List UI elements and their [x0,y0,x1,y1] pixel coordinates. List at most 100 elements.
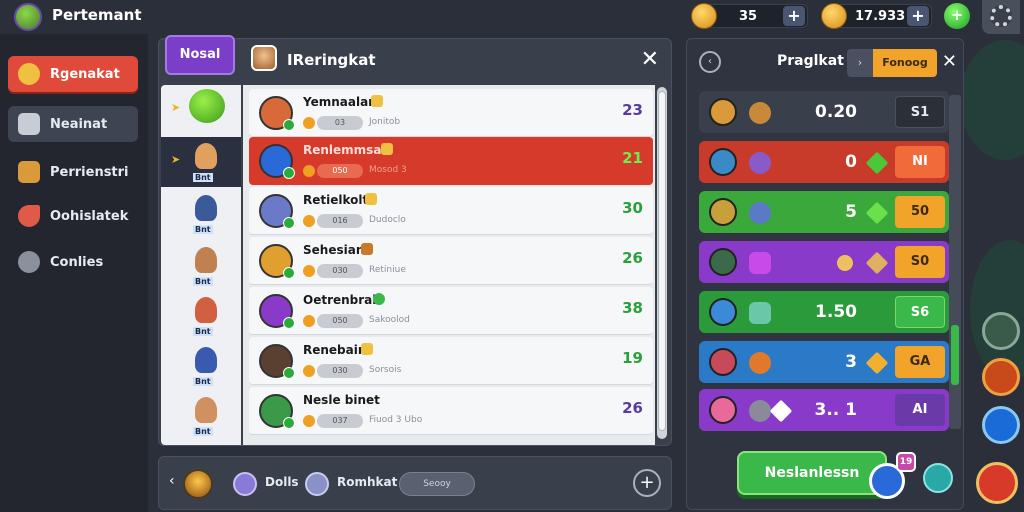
trophy-icon [371,95,383,107]
bottom-item-romhkat[interactable]: Romhkat [337,475,397,489]
coin-icon [303,265,315,277]
sidebar-item-conlies[interactable]: Conlies [8,244,138,280]
category-item[interactable]: Bnt [161,291,241,341]
add-button[interactable]: + [633,469,661,497]
filter-pill[interactable]: Seooy [399,472,475,496]
player-avatar [709,396,737,424]
player-avatar [749,302,771,324]
category-item[interactable]: ➤ [161,85,241,135]
bottom-item-dolls[interactable]: Dolls [265,475,299,489]
player-name: Renlemmsar [303,143,388,157]
reward-button[interactable]: NI [895,146,945,178]
reward-row[interactable]: 0.20 S1 [699,91,949,133]
character-avatar-icon [195,195,217,221]
sidebar: Rgenakat Neainat Perrienstri Oohislatek … [0,34,148,512]
list-item[interactable]: Sehesian 030 Retiniue 26 [249,237,653,285]
fire-icon[interactable] [982,358,1020,396]
player-score: 23 [622,101,643,119]
list-item[interactable]: Retielkolt 016 Dudoclo 30 [249,187,653,235]
tab-nosal[interactable]: Nosal [165,35,235,75]
coin-icon [303,165,315,177]
category-label: Bnt [193,277,213,286]
reward-value: 0.20 [815,102,857,122]
diamond-icon [769,399,793,423]
horn-icon[interactable] [976,462,1018,504]
item-icon [749,102,771,124]
reward-button[interactable]: GA [895,346,945,378]
player-avatar [709,198,737,226]
close-button[interactable]: ✕ [641,47,659,72]
category-label: Bnt [193,225,213,234]
player-avatar [259,394,295,429]
level-pill: 037 [317,414,363,428]
back-button[interactable]: ‹ [699,51,721,73]
arrow-icon: ➤ [171,153,181,166]
map-icon [18,63,40,85]
status-badge [283,317,295,329]
reward-button[interactable]: S0 [895,246,945,278]
list-item-highlighted[interactable]: Renlemmsar 050 Mosod 3 21 [249,137,653,185]
settings-button[interactable] [982,0,1020,34]
chat-button[interactable]: 19 [869,452,916,499]
reward-button[interactable]: AI [895,394,945,426]
shield-icon[interactable] [982,406,1020,444]
trophy-icon [381,143,393,155]
category-label: Bnt [193,377,213,386]
category-item[interactable]: Bnt [161,391,241,441]
scrollbar[interactable] [949,95,961,429]
player-name: Retielkolt [303,193,369,207]
scrollbar-thumb[interactable] [658,91,666,431]
sword-icon[interactable] [982,312,1020,350]
sidebar-item-neainat[interactable]: Neainat [8,106,138,142]
reward-row[interactable]: 3 GA [699,341,949,383]
reward-value: 3.. 1 [814,400,858,420]
reward-button[interactable]: S1 [895,96,945,128]
level-pill: 016 [317,214,363,228]
add-resource-button[interactable]: + [783,6,805,26]
sidebar-item-label: Perrienstri [50,164,129,180]
reward-button[interactable]: 50 [895,196,945,228]
category-item[interactable]: Bnt [161,189,241,239]
reward-row[interactable]: S0 [699,241,949,283]
trophy-icon [365,193,377,205]
close-button[interactable]: ✕ [942,51,957,72]
category-label: Bnt [193,173,213,182]
chat-icon[interactable] [923,463,953,493]
category-item[interactable]: Bnt [161,241,241,291]
reward-row[interactable]: 0 NI [699,141,949,183]
back-button[interactable]: ‹ [169,473,175,489]
player-score: 26 [622,249,643,267]
trophy-icon[interactable] [183,469,213,499]
list-item[interactable]: Yemnaalan 03 Jonitob 23 [249,89,653,137]
scrollbar-thumb[interactable] [951,325,959,385]
list-item[interactable]: Renebain 030 Sorsois 19 [249,337,653,385]
reward-row[interactable]: 5 50 [699,191,949,233]
category-label: Bnt [193,427,213,436]
sidebar-item-oohislatek[interactable]: Oohislatek [8,198,138,234]
reward-row[interactable]: 1.50 S6 [699,291,949,333]
reward-button[interactable]: S6 [895,296,945,328]
category-item[interactable]: ➤ Bnt [161,137,241,187]
sidebar-item-perrienstri[interactable]: Perrienstri [8,154,138,190]
list-item[interactable]: Nesle binet 037 Fiuod 3 Ubo 26 [249,387,653,435]
claim-button[interactable]: Neslanlessn [737,451,887,495]
list-item[interactable]: Oetrenbrab 050 Sakoolod 38 [249,287,653,335]
player-avatar [259,194,295,229]
tab-fonoog[interactable]: Fonoog [873,49,937,77]
add-gem-button[interactable]: + [944,3,970,29]
scrollbar[interactable] [657,87,667,439]
reward-row[interactable]: 3.. 1 AI [699,389,949,431]
coin-icon [303,365,315,377]
sidebar-item-rgenakat[interactable]: Rgenakat [8,56,138,92]
category-item[interactable]: Bnt [161,341,241,391]
player-subtitle: Dudoclo [369,215,406,225]
arrow-icon: ➤ [171,101,181,114]
add-resource-button[interactable]: + [907,6,929,26]
diamond-icon [865,201,889,225]
character-avatar-icon [195,347,217,373]
app-title: Pertemant [52,6,142,24]
player-avatar [259,96,295,131]
tab-arrow-button[interactable]: › [847,49,873,77]
status-badge [283,417,295,429]
ranking-icon [305,472,329,496]
